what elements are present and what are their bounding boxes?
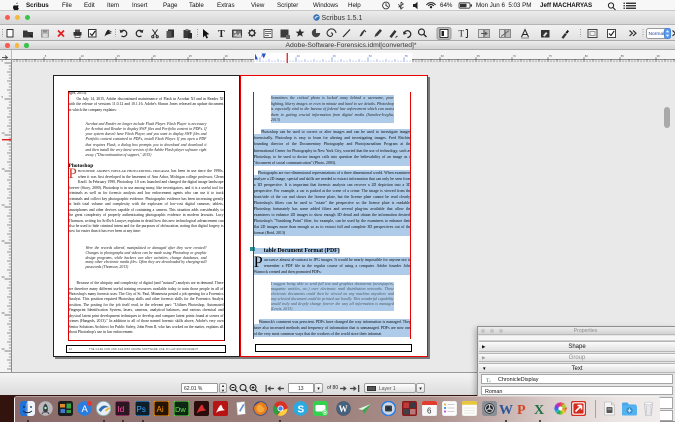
svg-text:15: 15 [2, 167, 6, 171]
svg-text:90: 90 [657, 54, 661, 58]
svg-text:5: 5 [2, 95, 4, 99]
svg-text:25: 25 [2, 239, 6, 243]
svg-text:W: W [499, 403, 513, 416]
svg-text:55: 55 [405, 54, 409, 58]
svg-text:30: 30 [2, 275, 6, 279]
svg-text:20: 20 [153, 54, 157, 58]
svg-text:10: 10 [81, 54, 85, 58]
svg-text:5: 5 [45, 54, 47, 58]
svg-text:60: 60 [441, 54, 445, 58]
svg-text:Dw: Dw [175, 405, 186, 414]
svg-text:40: 40 [2, 347, 6, 351]
svg-text:Ps: Ps [137, 405, 146, 414]
svg-text:P: P [517, 403, 526, 416]
svg-text:Id: Id [118, 405, 125, 414]
svg-text:65: 65 [477, 54, 481, 58]
svg-text:10: 10 [2, 131, 6, 135]
svg-text:45: 45 [333, 54, 337, 58]
svg-text:T: T [218, 29, 225, 40]
svg-text:70: 70 [513, 54, 517, 58]
svg-text:Ai: Ai [157, 405, 164, 414]
svg-text:30: 30 [225, 54, 229, 58]
svg-text:S: S [297, 405, 304, 416]
svg-text:25: 25 [189, 54, 193, 58]
svg-text:6: 6 [427, 407, 432, 416]
svg-text:Normal: Normal [649, 31, 665, 37]
svg-text:W: W [338, 404, 347, 414]
svg-text:35: 35 [2, 311, 6, 315]
svg-text:r: r [490, 379, 492, 384]
svg-text:85: 85 [621, 54, 625, 58]
svg-text:75: 75 [549, 54, 553, 58]
svg-text:X: X [534, 403, 544, 416]
svg-text:20: 20 [2, 203, 6, 207]
svg-text:80: 80 [585, 54, 589, 58]
svg-text:50: 50 [369, 54, 373, 58]
svg-text:40: 40 [297, 54, 301, 58]
svg-text:A: A [82, 404, 89, 415]
svg-text:15: 15 [117, 54, 121, 58]
svg-text:T: T [459, 29, 465, 39]
